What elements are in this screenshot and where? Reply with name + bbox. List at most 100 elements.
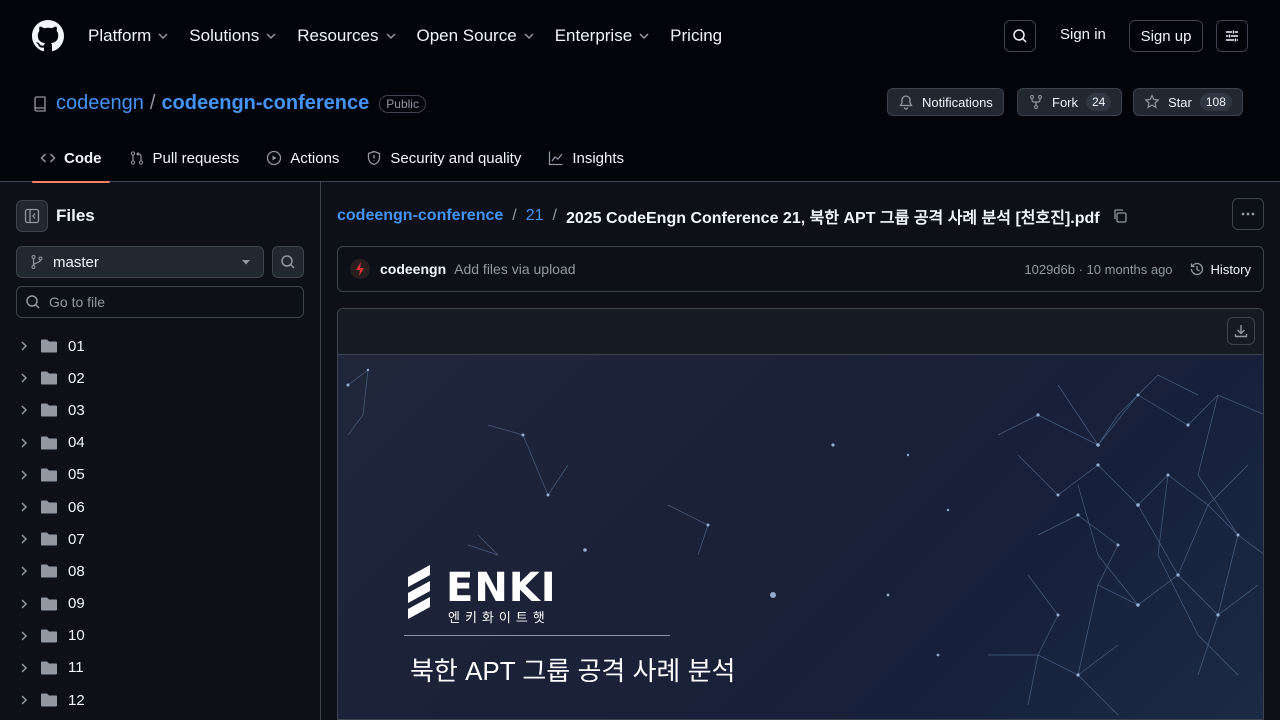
pdf-preview[interactable]: ENKI 엔키화이트햇 북한 APT 그룹 공격 사례 분석: [338, 355, 1263, 719]
folder-icon: [41, 468, 57, 482]
folder-tree: 01 02 03 04 05 06 07 08 09 10 11 12: [16, 330, 306, 716]
nav-resources[interactable]: Resources: [297, 22, 396, 50]
folder-name: 07: [68, 530, 85, 548]
breadcrumb: codeengn-conference / 21 / 2025 CodeEngn…: [337, 204, 1128, 228]
breadcrumb-repo-link[interactable]: codeengn-conference: [337, 207, 503, 225]
tab-label: Actions: [290, 149, 340, 167]
commit-message[interactable]: Add files via upload: [454, 261, 575, 277]
search-files-button[interactable]: [272, 246, 304, 278]
branch-selector[interactable]: master: [16, 246, 264, 278]
fork-button[interactable]: Fork 24: [1017, 88, 1123, 116]
fork-icon: [1030, 95, 1042, 109]
git-branch-icon: [31, 255, 43, 269]
github-logo-icon[interactable]: [32, 20, 64, 52]
repo-owner-link[interactable]: codeengn: [56, 92, 144, 115]
visibility-badge: Public: [379, 94, 426, 113]
search-icon: [1013, 29, 1027, 43]
nav-open-source[interactable]: Open Source: [417, 22, 535, 50]
folder-name: 10: [68, 627, 85, 645]
search-button[interactable]: [1004, 20, 1036, 52]
enki-logo-korean: 엔키화이트햇: [448, 610, 550, 625]
folder-name: 04: [68, 434, 85, 452]
tab-label: Pull requests: [152, 149, 240, 167]
tab-code[interactable]: Code: [32, 134, 110, 183]
folder-icon: [41, 436, 57, 450]
tab-label: Security and quality: [390, 149, 522, 167]
enki-logo-text: ENKI: [446, 565, 557, 611]
chevron-right-icon: [21, 663, 28, 673]
more-options-button[interactable]: [1232, 198, 1264, 230]
tab-security[interactable]: Security and quality: [358, 134, 529, 182]
collapse-sidebar-button[interactable]: [16, 200, 48, 232]
fork-label: Fork: [1052, 94, 1078, 110]
graph-icon: [549, 151, 563, 166]
folder-item[interactable]: 01: [16, 330, 306, 362]
folder-item[interactable]: 02: [16, 362, 306, 394]
code-icon: [40, 153, 56, 163]
folder-item[interactable]: 08: [16, 555, 306, 587]
copy-path-button[interactable]: [1112, 208, 1128, 224]
notifications-button[interactable]: Notifications: [887, 88, 1004, 116]
avatar[interactable]: [350, 259, 370, 279]
tab-actions[interactable]: Actions: [258, 134, 347, 182]
nav-pricing[interactable]: Pricing: [670, 22, 722, 50]
chevron-right-icon: [21, 470, 28, 480]
chevron-down-icon: [639, 33, 649, 40]
download-button[interactable]: [1227, 317, 1255, 345]
go-to-file-input[interactable]: Go to file: [16, 286, 304, 318]
history-icon: [1190, 262, 1203, 276]
global-header: Platform Solutions Resources Open Source…: [0, 0, 1280, 72]
sign-up-button[interactable]: Sign up: [1129, 20, 1203, 52]
nav-solutions[interactable]: Solutions: [189, 22, 277, 50]
chevron-right-icon: [21, 695, 28, 705]
folder-icon: [41, 371, 57, 385]
folder-item[interactable]: 12: [16, 684, 306, 716]
folder-name: 02: [68, 369, 85, 387]
star-icon: [1144, 94, 1160, 109]
folder-icon: [41, 693, 57, 707]
sign-in-link[interactable]: Sign in: [1060, 26, 1106, 43]
download-icon: [1234, 325, 1248, 338]
folder-item[interactable]: 06: [16, 491, 306, 523]
chevron-right-icon: [21, 631, 28, 641]
tab-pull-requests[interactable]: Pull requests: [121, 134, 248, 182]
nav-platform[interactable]: Platform: [88, 22, 169, 50]
folder-name: 06: [68, 498, 85, 516]
sidebar-collapse-icon: [24, 208, 40, 224]
folder-icon: [41, 339, 57, 353]
folder-item[interactable]: 09: [16, 588, 306, 620]
pdf-title: 북한 APT 그룹 공격 사례 분석: [410, 656, 736, 686]
folder-item[interactable]: 07: [16, 523, 306, 555]
file-name: 2025 CodeEngn Conference 21, 북한 APT 그룹 공…: [565, 210, 1100, 227]
pull-request-icon: [130, 151, 143, 165]
folder-icon: [41, 661, 57, 675]
history-button[interactable]: History: [1189, 261, 1251, 277]
chevron-right-icon: [21, 341, 28, 351]
nav-enterprise[interactable]: Enterprise: [555, 22, 650, 50]
folder-item[interactable]: 11: [16, 652, 306, 684]
folder-item[interactable]: 04: [16, 427, 306, 459]
chevron-right-icon: [21, 373, 28, 383]
history-label: History: [1210, 261, 1251, 277]
title-divider: [404, 635, 670, 636]
breadcrumb-folder-link[interactable]: 21: [526, 207, 544, 225]
menu-button[interactable]: [1216, 20, 1248, 52]
commit-author[interactable]: codeengn: [380, 261, 446, 277]
go-to-file-placeholder: Go to file: [49, 294, 106, 310]
folder-name: 09: [68, 595, 85, 613]
folder-item[interactable]: 03: [16, 394, 306, 426]
folder-item[interactable]: 10: [16, 620, 306, 652]
shield-icon: [368, 150, 381, 166]
folder-item[interactable]: 05: [16, 459, 306, 491]
tab-label: Code: [64, 149, 102, 167]
tab-insights[interactable]: Insights: [540, 134, 632, 182]
main-nav: Platform Solutions Resources Open Source…: [88, 22, 742, 50]
repo-name-link[interactable]: codeengn-conference: [161, 92, 369, 115]
star-button[interactable]: Star 108: [1133, 88, 1243, 116]
chevron-right-icon: [21, 534, 28, 544]
repo-tabs: Code Pull requests Actions Security and …: [32, 134, 643, 183]
commit-sha-time[interactable]: 1029d6b · 10 months ago: [1024, 262, 1172, 277]
nav-label: Open Source: [416, 26, 517, 45]
folder-icon: [41, 629, 57, 643]
chevron-right-icon: [21, 566, 28, 576]
